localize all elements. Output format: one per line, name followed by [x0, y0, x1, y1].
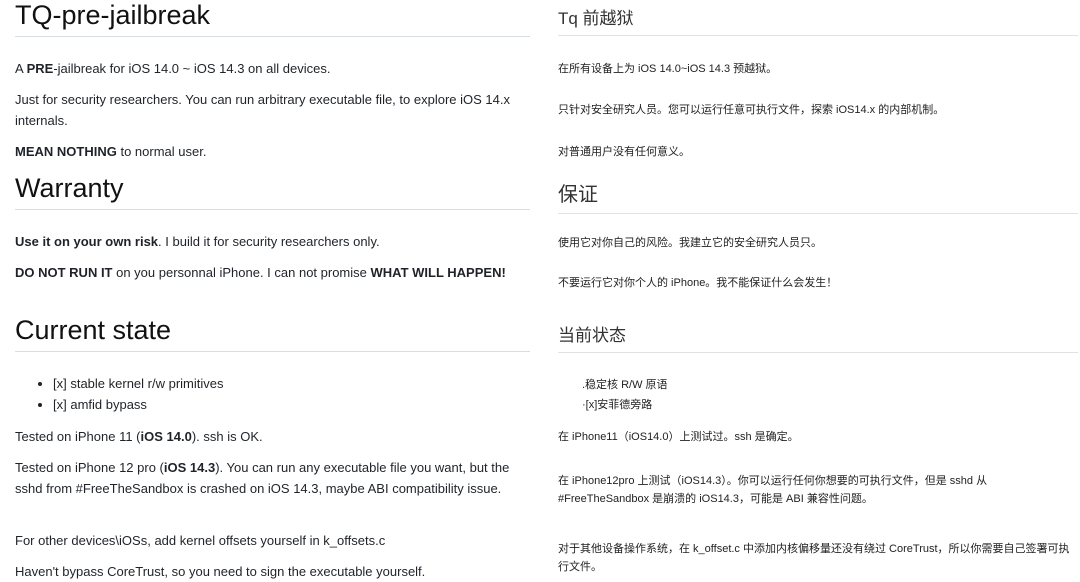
cn-bullet-item: .稳定核 R/W 原语	[582, 379, 668, 391]
cn-other-devices-note: 对于其他设备操作系统，在 k_offset.c 中添加内核偏移量还没有绕过 Co…	[558, 543, 1070, 573]
state-bullet-item: [x] stable kernel r/w primitives	[53, 373, 530, 394]
readme-title: TQ-pre-jailbreak	[15, 0, 530, 37]
cn-state-heading: 当前状态	[558, 321, 1078, 353]
tested-iphone11: Tested on iPhone 11 (iOS 14.0). ssh is O…	[15, 429, 263, 444]
cn-paragraph-2: 只针对安全研究人员。您可以运行任意可执行文件，探索 iOS14.x 的内部机制。	[558, 104, 945, 116]
cn-warranty-paragraph-1: 使用它对你自己的风险。我建立它的安全研究人员只。	[558, 237, 822, 249]
tested-iphone12: Tested on iPhone 12 pro (iOS 14.3). You …	[15, 460, 510, 496]
cn-tested-iphone11: 在 iPhone11（iOS14.0）上测试过。ssh 是确定。	[558, 431, 799, 443]
coretrust-note: Haven't bypass CoreTrust, so you need to…	[15, 564, 426, 579]
cn-paragraph-3: 对普通用户没有任何意义。	[558, 146, 690, 158]
cn-bullet-item: ·[x]安菲德旁路	[582, 399, 653, 411]
other-devices-note: For other devices\iOSs, add kernel offse…	[15, 533, 386, 548]
chinese-translation: Tq 前越狱 在所有设备上为 iOS 14.0~iOS 14.3 预越狱。 只针…	[558, 0, 1078, 580]
current-state-heading: Current state	[15, 315, 530, 352]
intro-paragraph-1: A PRE-jailbreak for iOS 14.0 ~ iOS 14.3 …	[15, 61, 331, 76]
cn-title: Tq 前越狱	[558, 4, 1078, 36]
state-bullet-list: [x] stable kernel r/w primitives [x] amf…	[15, 373, 530, 415]
warranty-heading: Warranty	[15, 173, 530, 210]
cn-bullet-list: .稳定核 R/W 原语 ·[x]安菲德旁路	[558, 375, 1078, 415]
state-bullet-item: [x] amfid bypass	[53, 394, 530, 415]
warranty-paragraph-1: Use it on your own risk. I build it for …	[15, 234, 380, 249]
warranty-paragraph-2: DO NOT RUN IT on you personnal iPhone. I…	[15, 265, 506, 280]
cn-paragraph-1: 在所有设备上为 iOS 14.0~iOS 14.3 预越狱。	[558, 63, 778, 75]
cn-warranty-heading: 保证	[558, 178, 1078, 214]
cn-warranty-paragraph-2: 不要运行它对你个人的 iPhone。我不能保证什么会发生！	[558, 277, 838, 289]
intro-paragraph-3: MEAN NOTHING to normal user.	[15, 144, 207, 159]
english-readme: TQ-pre-jailbreak A PRE-jailbreak for iOS…	[15, 0, 530, 580]
intro-paragraph-2: Just for security researchers. You can r…	[15, 92, 510, 128]
cn-tested-iphone12: 在 iPhone12pro 上测试（iOS14.3）。你可以运行任何你想要的可执…	[558, 475, 988, 505]
